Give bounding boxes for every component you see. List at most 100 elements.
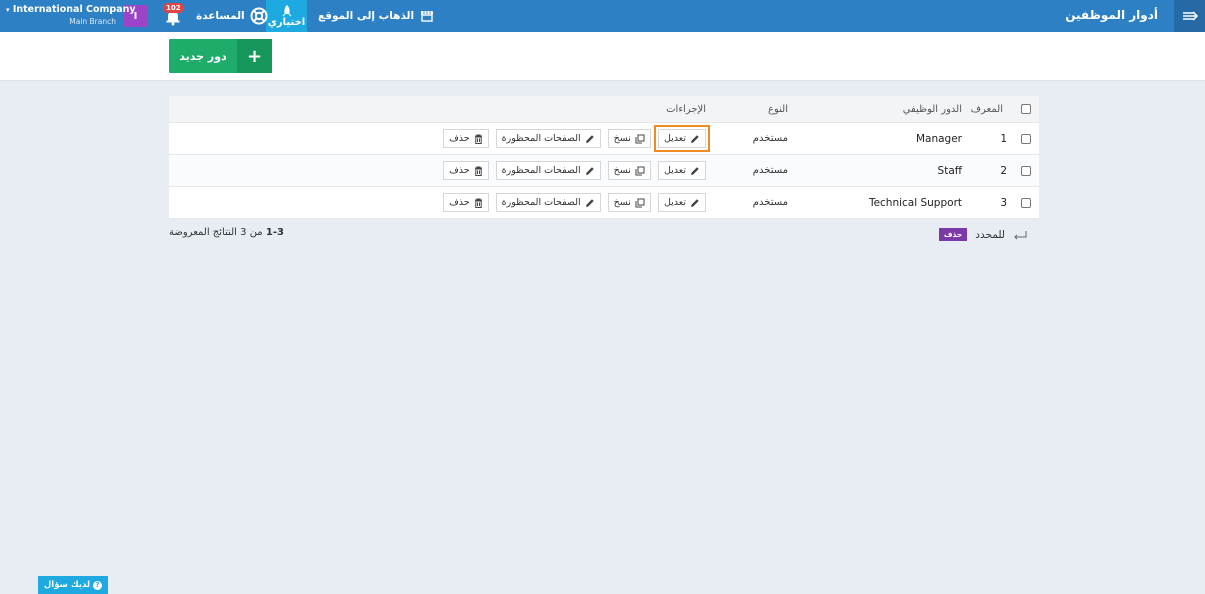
select-all-checkbox[interactable] bbox=[1021, 104, 1031, 114]
delete-label: حذف bbox=[448, 165, 470, 176]
copy-button[interactable]: نسخ bbox=[607, 129, 651, 148]
chevron-down-icon: ▾ bbox=[6, 6, 10, 14]
table-row: 3 Technical Support مستخدم تعديل نسخ الص… bbox=[169, 187, 1039, 219]
edit-label: تعديل bbox=[663, 197, 686, 208]
row-select-cell bbox=[1021, 187, 1031, 218]
copy-label: نسخ bbox=[613, 133, 631, 144]
notification-count-badge: 102 bbox=[163, 3, 184, 13]
restricted-pages-label: الصفحات المحظورة bbox=[501, 197, 581, 208]
results-range: 1-3 bbox=[265, 227, 284, 238]
row-id: 2 bbox=[1000, 164, 1007, 177]
header-role[interactable]: الدور الوظيفي bbox=[903, 96, 962, 122]
row-actions: تعديل نسخ الصفحات المحظورة حذف bbox=[442, 155, 706, 186]
branch-name: Main Branch bbox=[69, 17, 116, 26]
pencil-icon bbox=[691, 198, 699, 207]
header-id[interactable]: المعرف bbox=[971, 96, 1003, 122]
pencil-icon bbox=[585, 166, 594, 175]
row-checkbox[interactable] bbox=[1021, 165, 1031, 176]
restricted-pages-button[interactable]: الصفحات المحظورة bbox=[495, 129, 601, 148]
pencil-icon bbox=[691, 134, 699, 143]
row-actions: تعديل نسخ الصفحات المحظورة حذف bbox=[442, 187, 706, 218]
menu-arrow-icon bbox=[1182, 11, 1198, 21]
header-actions: الإجراءات bbox=[666, 103, 706, 115]
row-select-cell bbox=[1021, 155, 1031, 186]
row-type: مستخدم bbox=[752, 197, 788, 208]
row-checkbox[interactable] bbox=[1021, 197, 1031, 208]
ask-question-label: لديك سؤال bbox=[43, 580, 91, 590]
delete-label: حذف bbox=[448, 133, 470, 144]
pencil-icon bbox=[691, 166, 699, 175]
copy-icon bbox=[635, 166, 645, 175]
company-name-row: ▾ International Company bbox=[6, 4, 136, 16]
edit-button[interactable]: تعديل bbox=[653, 125, 711, 152]
row-type: مستخدم bbox=[752, 165, 788, 176]
visit-site-label: الذهاب إلى الموقع bbox=[318, 10, 415, 22]
shortcuts-label: اختياري bbox=[267, 16, 306, 28]
row-checkbox[interactable] bbox=[1021, 133, 1031, 144]
copy-label: نسخ bbox=[613, 165, 631, 176]
row-id: 3 bbox=[1000, 196, 1007, 209]
row-role-name: Manager bbox=[915, 132, 962, 145]
notifications-button[interactable]: 102 bbox=[163, 3, 184, 26]
row-select-cell bbox=[1021, 123, 1031, 154]
question-icon: ? bbox=[93, 580, 103, 590]
visit-site-link[interactable]: الذهاب إلى الموقع bbox=[318, 0, 434, 32]
select-all-cell bbox=[1021, 96, 1031, 122]
copy-icon bbox=[635, 134, 645, 143]
company-switcher[interactable]: ▾ International Company Main Branch bbox=[6, 4, 136, 27]
sidebar-toggle-button[interactable] bbox=[1174, 0, 1205, 32]
pencil-icon bbox=[585, 198, 594, 207]
copy-icon bbox=[635, 198, 645, 207]
company-name: International Company bbox=[12, 4, 136, 15]
ask-question-button[interactable]: ? لديك سؤال bbox=[38, 576, 108, 594]
new-role-label: دور جديد bbox=[179, 49, 227, 63]
edit-label: تعديل bbox=[663, 133, 686, 144]
trash-icon bbox=[474, 134, 482, 144]
rocket-icon bbox=[282, 4, 291, 16]
restricted-pages-button[interactable]: الصفحات المحظورة bbox=[495, 161, 601, 180]
header-type[interactable]: النوع bbox=[768, 96, 788, 122]
store-icon bbox=[421, 11, 434, 22]
pencil-icon bbox=[585, 134, 594, 143]
edit-label: تعديل bbox=[663, 165, 686, 176]
trash-icon bbox=[474, 198, 482, 208]
row-type: مستخدم bbox=[752, 133, 788, 144]
table-header: المعرف الدور الوظيفي النوع الإجراءات bbox=[169, 96, 1039, 123]
delete-button[interactable]: حذف bbox=[442, 161, 489, 180]
shortcuts-button[interactable]: اختياري bbox=[266, 0, 307, 32]
roles-table: المعرف الدور الوظيفي النوع الإجراءات 1 M… bbox=[169, 96, 1039, 219]
restricted-pages-label: الصفحات المحظورة bbox=[501, 133, 581, 144]
new-role-button[interactable]: + دور جديد bbox=[169, 39, 272, 73]
help-link[interactable]: المساعدة bbox=[196, 0, 268, 32]
page-title: أدوار الموظفين bbox=[1065, 8, 1158, 22]
row-role-name: Staff bbox=[937, 164, 962, 177]
bulk-delete-button[interactable]: حذف bbox=[938, 228, 968, 241]
delete-button[interactable]: حذف bbox=[442, 193, 489, 212]
top-navigation-bar: أدوار الموظفين الذهاب إلى الموقع اختياري… bbox=[0, 0, 1205, 32]
lifebuoy-icon bbox=[250, 7, 268, 25]
trash-icon bbox=[474, 166, 482, 176]
plus-icon: + bbox=[237, 39, 272, 73]
help-label: المساعدة bbox=[196, 10, 245, 22]
page-toolbar: + دور جديد bbox=[0, 32, 1205, 81]
table-row: 1 Manager مستخدم تعديل نسخ الصفحات المحظ… bbox=[169, 123, 1039, 155]
restricted-pages-label: الصفحات المحظورة bbox=[501, 165, 581, 176]
delete-label: حذف bbox=[448, 197, 470, 208]
corner-arrow-icon bbox=[1014, 230, 1027, 239]
table-body: 1 Manager مستخدم تعديل نسخ الصفحات المحظ… bbox=[169, 123, 1039, 219]
results-summary: 1-3 من 3 النتائج المعروضة bbox=[169, 227, 284, 238]
edit-button[interactable]: تعديل bbox=[657, 193, 706, 212]
edit-button[interactable]: تعديل bbox=[657, 161, 706, 180]
copy-button[interactable]: نسخ bbox=[607, 161, 651, 180]
restricted-pages-button[interactable]: الصفحات المحظورة bbox=[495, 193, 601, 212]
bulk-actions: للمحدد حذف bbox=[938, 228, 1027, 241]
bulk-selected-label: للمحدد bbox=[975, 228, 1005, 241]
row-role-name: Technical Support bbox=[868, 196, 962, 209]
copy-label: نسخ bbox=[613, 197, 631, 208]
delete-button[interactable]: حذف bbox=[442, 129, 489, 148]
row-id: 1 bbox=[1000, 132, 1007, 145]
copy-button[interactable]: نسخ bbox=[607, 193, 651, 212]
table-row: 2 Staff مستخدم تعديل نسخ الصفحات المحظور… bbox=[169, 155, 1039, 187]
results-text: من 3 النتائج المعروضة bbox=[169, 227, 263, 238]
row-actions: تعديل نسخ الصفحات المحظورة حذف bbox=[442, 123, 711, 154]
